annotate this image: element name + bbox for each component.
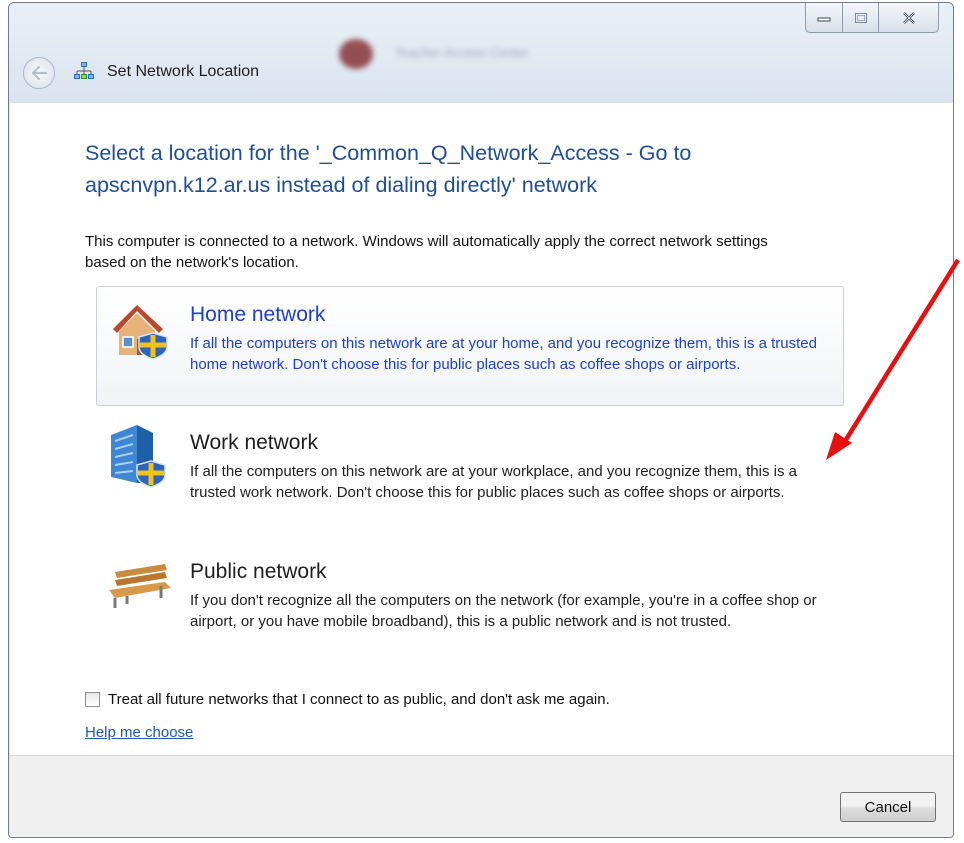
minimize-icon	[817, 17, 831, 21]
back-arrow-icon	[31, 65, 48, 81]
option-description: If you don't recognize all the computers…	[190, 592, 817, 630]
page-heading: Select a location for the '_Common_Q_Net…	[85, 141, 692, 197]
treat-as-public-checkbox[interactable]	[85, 692, 100, 707]
dialog-footer: Cancel	[10, 755, 953, 837]
treat-as-public-label[interactable]: Treat all future networks that I connect…	[108, 691, 610, 708]
close-icon	[902, 11, 915, 24]
cancel-button[interactable]: Cancel	[840, 792, 936, 822]
minimize-button[interactable]	[805, 3, 843, 33]
work-network-icon	[111, 425, 166, 488]
network-icon	[74, 62, 94, 79]
option-title: Work network	[190, 431, 318, 454]
treat-as-public-row: Treat all future networks that I connect…	[85, 691, 610, 708]
caption-buttons	[805, 3, 939, 35]
background-app-title-text: Teacher Access Center	[395, 45, 529, 60]
option-home-network[interactable]: Home network If all the computers on thi…	[96, 286, 844, 406]
close-button[interactable]	[879, 3, 939, 33]
window-title: Set Network Location	[107, 63, 260, 80]
dialog-content: Select a location for the '_Common_Q_Net…	[10, 102, 953, 755]
option-public-network[interactable]: Public network If you don't recognize al…	[96, 543, 844, 663]
back-button[interactable]	[23, 57, 55, 89]
background-app-title: Teacher Access Center	[339, 33, 589, 73]
option-title: Public network	[190, 560, 327, 583]
apple-logo-icon	[339, 39, 373, 69]
help-me-choose-link[interactable]: Help me choose	[85, 724, 193, 741]
option-title: Home network	[190, 303, 326, 326]
public-network-icon	[109, 564, 171, 608]
home-network-icon	[113, 305, 168, 360]
option-work-network[interactable]: Work network If all the computers on thi…	[96, 414, 844, 534]
maximize-button[interactable]	[843, 3, 879, 33]
page-description: This computer is connected to a network.…	[85, 233, 768, 271]
option-description: If all the computers on this network are…	[190, 463, 797, 501]
option-description: If all the computers on this network are…	[190, 335, 817, 373]
maximize-icon	[854, 12, 867, 23]
dialog-window: Teacher Access Center Set Network Locati…	[8, 2, 954, 838]
title-bar[interactable]: Teacher Access Center Set Network Locati…	[9, 3, 953, 103]
